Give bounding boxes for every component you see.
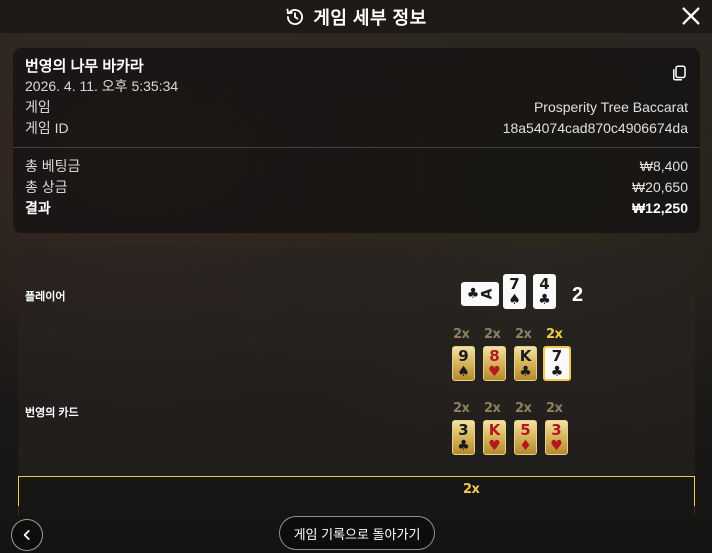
multiplier-label: 2x <box>546 401 563 416</box>
player-card-2: 7 ♠ <box>503 274 526 309</box>
tree-card: K ♣ <box>514 346 537 381</box>
multiplier-label: 2x <box>484 327 501 342</box>
total-bet-label: 총 베팅금 <box>25 158 81 174</box>
prosperity-card: K ♥ <box>483 420 506 455</box>
game-result-panel: 플레이어 ♣ A 7 ♠ 4 ♣ 2 2x 2x 2x 2x 9 ♠ 8 ♥ K… <box>18 247 695 477</box>
game-label: 게임 <box>25 99 51 115</box>
game-id-row: 게임 ID 18a54074cad870c4906674da <box>25 118 688 139</box>
footer-bar: 게임 기록으로 돌아가기 <box>0 506 712 553</box>
total-win-row: 총 상금 ₩20,650 <box>25 177 688 198</box>
total-win-label: 총 상금 <box>25 179 68 195</box>
chevron-left-icon <box>23 530 30 540</box>
player-card-3: 4 ♣ <box>533 274 556 309</box>
game-datetime: 2026. 4. 11. 오후 5:35:34 <box>25 78 179 94</box>
page-title: 게임 세부 정보 <box>313 7 427 28</box>
game-id-label: 게임 ID <box>25 120 69 136</box>
datetime-row: 2026. 4. 11. 오후 5:35:34 <box>25 76 688 97</box>
back-to-history-button[interactable]: 게임 기록으로 돌아가기 <box>279 516 435 550</box>
result-label: 결과 <box>25 200 51 216</box>
result-row: 결과 ₩12,250 <box>25 198 688 219</box>
tree-card: 8 ♥ <box>483 346 506 381</box>
multiplier-label: 2x <box>463 482 480 497</box>
multiplier-label: 2x <box>546 327 563 342</box>
copy-icon[interactable] <box>670 64 688 82</box>
player-card-1: ♣ A <box>461 282 499 306</box>
prosperity-label: 번영의 카드 <box>25 407 79 419</box>
header-title-group: 게임 세부 정보 <box>285 4 426 30</box>
close-icon[interactable] <box>680 5 702 27</box>
header-bar: 게임 세부 정보 <box>0 0 712 33</box>
total-win-value: ₩20,650 <box>631 179 688 195</box>
total-bet-value: ₩8,400 <box>639 158 688 174</box>
game-id-value: 18a54074cad870c4906674da <box>502 120 688 136</box>
divider <box>13 147 700 148</box>
total-bet-row: 총 베팅금 ₩8,400 <box>25 156 688 177</box>
tree-card-selected: 7 ♣ <box>543 346 571 381</box>
game-name: 번영의 나무 바카라 <box>25 58 144 75</box>
player-label: 플레이어 <box>25 291 66 303</box>
history-icon <box>286 8 304 25</box>
tree-card: 9 ♠ <box>452 346 475 381</box>
prosperity-card: 3 ♣ <box>452 420 475 455</box>
prosperity-card: 3 ♥ <box>545 420 568 455</box>
multiplier-label: 2x <box>484 401 501 416</box>
multiplier-label: 2x <box>453 327 470 342</box>
game-value: Prosperity Tree Baccarat <box>533 99 688 115</box>
game-row: 게임 Prosperity Tree Baccarat <box>25 97 688 118</box>
player-score: 2 <box>572 284 584 306</box>
back-button[interactable] <box>11 519 43 551</box>
multiplier-label: 2x <box>515 401 532 416</box>
game-summary-panel: 번영의 나무 바카라 2026. 4. 11. 오후 5:35:34 게임 Pr… <box>13 48 700 233</box>
prosperity-card: 5 ♦ <box>514 420 537 455</box>
multiplier-label: 2x <box>453 401 470 416</box>
multiplier-label: 2x <box>515 327 532 342</box>
result-value: ₩12,250 <box>631 200 688 216</box>
